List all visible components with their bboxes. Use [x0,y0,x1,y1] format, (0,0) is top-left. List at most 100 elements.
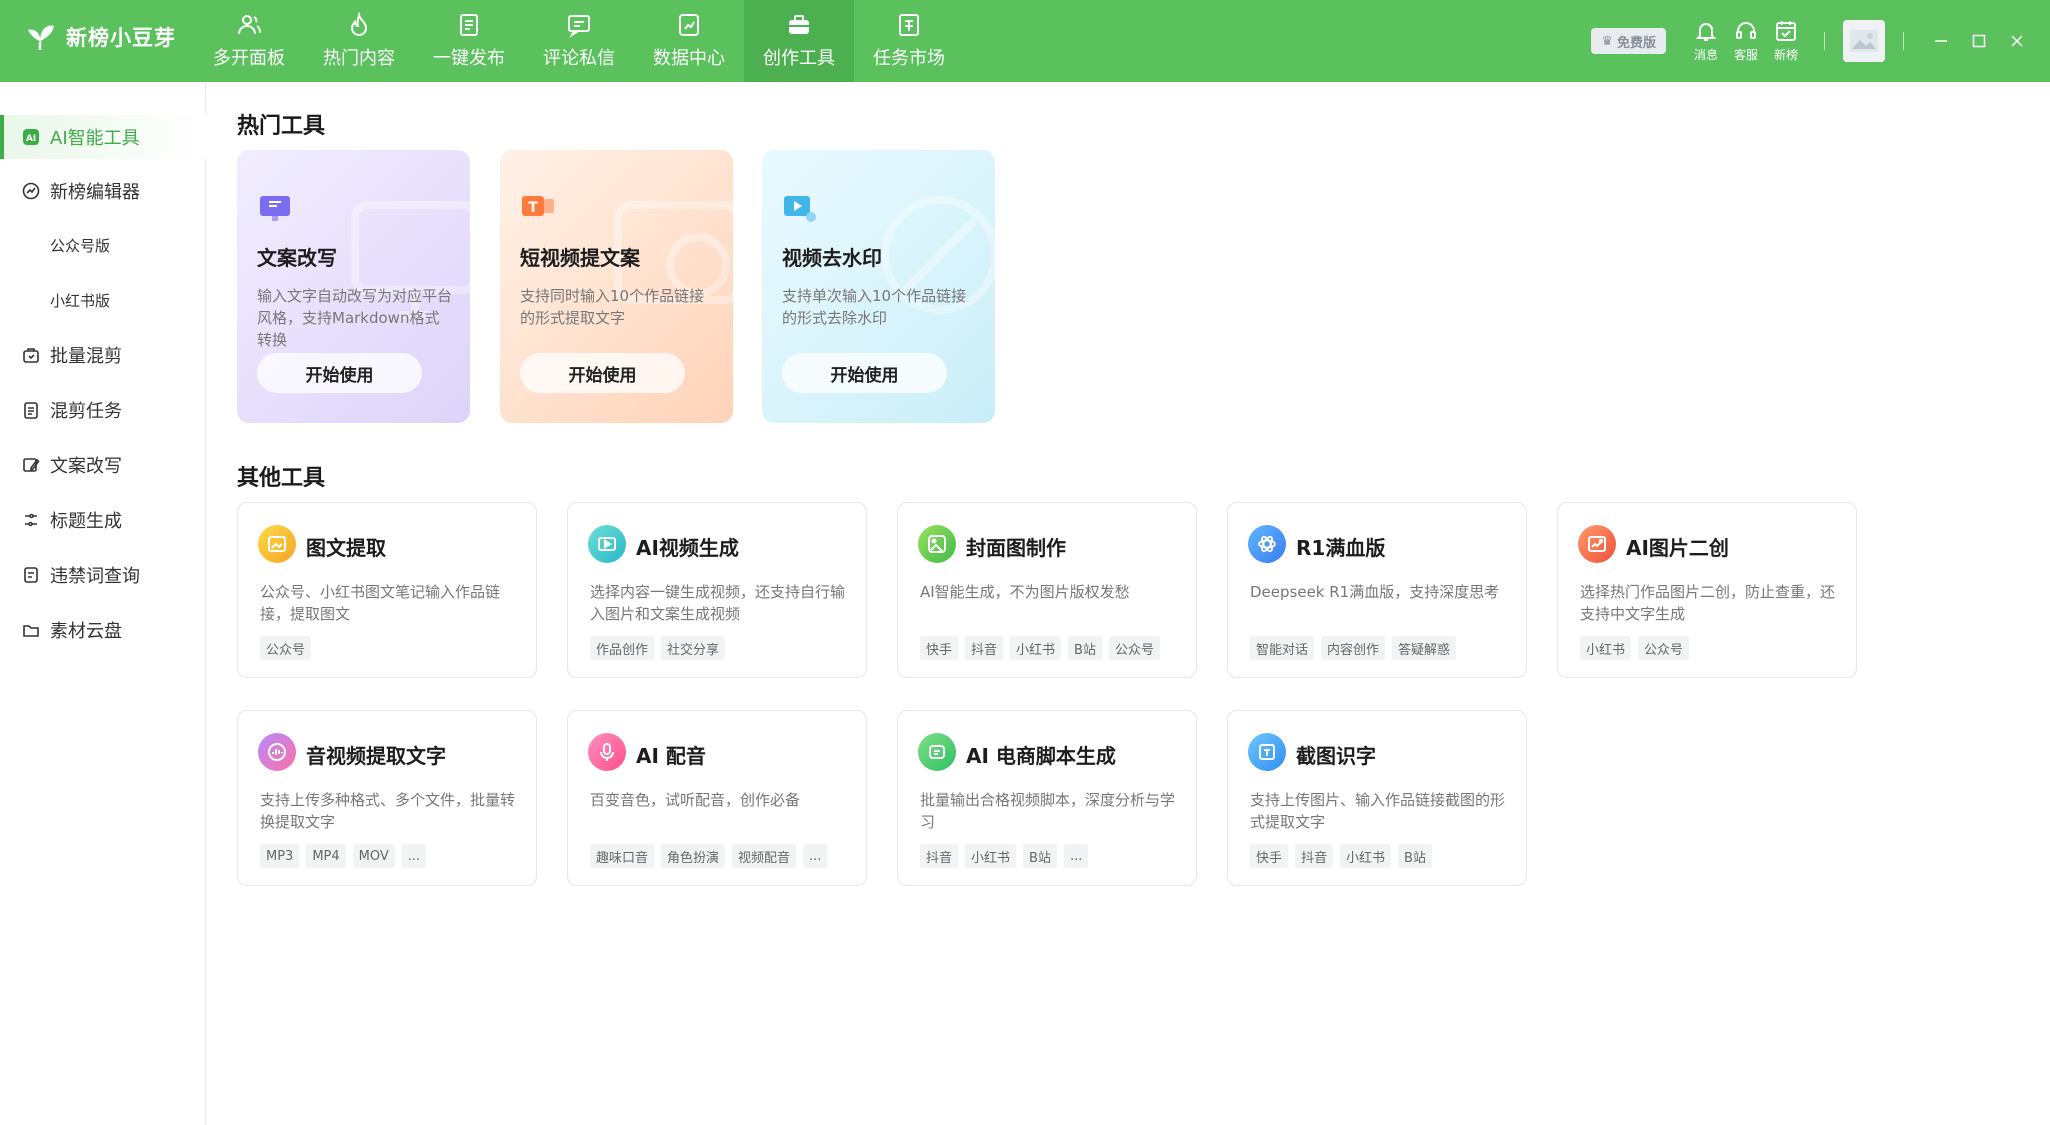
top-right-tools: ♛ 免费版 消息 客服 新榜 [1591,0,2050,82]
card-description: 输入文字自动改写为对应平台风格，支持Markdown格式转换 [257,287,453,349]
text-video-icon: T [522,196,554,216]
vip-badge[interactable]: ♛ 免费版 [1591,28,1666,54]
card-title: AI图片二创 [1626,536,1729,560]
nav-comments-messages[interactable]: 评论私信 [524,0,634,82]
tool-card-audio-video-to-text[interactable]: 音视频提取文字 支持上传多种格式、多个文件，批量转换提取文字 MP3 MP4 M… [237,710,537,886]
sidebar-item-batch-mix[interactable]: 批量混剪 [0,333,206,377]
card-description: 批量输出合格视频脚本，深度分析与学习 [920,791,1176,831]
card-title: 音视频提取文字 [306,744,446,768]
card-description: 选择热门作品图片二创，防止查重，还支持中文字生成 [1580,583,1836,623]
tag: B站 [1398,844,1432,868]
tag: 公众号 [260,636,312,660]
nav-hot-content[interactable]: 热门内容 [304,0,414,82]
hot-card-short-video-copy[interactable]: T 短视频提文案 支持同时输入10个作品链接的形式提取文字 开始使用 [500,150,733,423]
ocr-icon [1248,733,1286,771]
close-icon [2011,35,2023,47]
tag: 抖音 [1295,844,1334,868]
tag-list: MP3 MP4 MOV ... [260,844,427,868]
tag: 公众号 [1108,636,1160,660]
toolbox-icon [789,15,809,34]
editor-icon [22,182,40,200]
sidebar-item-cloud-disk[interactable]: 素材云盘 [0,608,206,652]
hot-tools-title: 热门工具 [237,114,326,139]
mix-icon [23,348,39,363]
tag: 趣味口音 [590,844,655,868]
tag-list: 小红书 公众号 [1580,636,1690,660]
sidebar-item-ai-tools[interactable]: AI AI智能工具 [0,115,206,159]
sidebar-item-wechat-version[interactable]: 公众号版 [0,223,206,267]
close-button[interactable] [1998,26,2036,56]
tag: 视频配音 [732,844,797,868]
card-title: 封面图制作 [966,536,1066,560]
tag: MP3 [260,844,300,868]
card-title: AI 电商脚本生成 [966,744,1116,768]
tool-card-ai-dubbing[interactable]: AI 配音 百变音色，试听配音，创作必备 趣味口音 角色扮演 视频配音 ... [567,710,867,886]
start-button[interactable]: 开始使用 [520,353,685,393]
tag: 快手 [1250,844,1289,868]
tag-list: 快手 抖音 小红书 B站 [1250,844,1432,868]
tag-list: 快手 抖音 小红书 B站 公众号 [920,636,1160,660]
sidebar-item-copy-rewrite[interactable]: 文案改写 [0,443,206,487]
video-watermark-icon [784,196,816,222]
start-button[interactable]: 开始使用 [782,353,947,393]
task-icon [899,14,919,36]
user-avatar[interactable] [1843,20,1885,62]
maximize-button[interactable] [1960,26,1998,56]
cover-image-icon [918,525,956,563]
tool-card-ai-video[interactable]: AI视频生成 选择内容一键生成视频，还支持自行输入图片和文案生成视频 作品创作 … [567,502,867,678]
tag-list: 抖音 小红书 B站 ... [920,844,1089,868]
tag: ... [803,844,828,868]
bell-icon [1695,23,1717,41]
hot-card-remove-watermark[interactable]: 视频去水印 支持单次输入10个作品链接的形式去除水印 开始使用 [762,150,995,423]
forbidden-icon [24,567,38,583]
nav-data-center[interactable]: 数据中心 [634,0,744,82]
card-description: 支持上传多种格式、多个文件，批量转换提取文字 [260,791,516,831]
sidebar-item-mix-tasks[interactable]: 混剪任务 [0,388,206,432]
svg-text:AI: AI [26,134,36,144]
title-icon [25,513,37,527]
card-description: 支持同时输入10个作品链接的形式提取文字 [520,287,705,327]
microphone-icon [588,733,626,771]
svg-text:T: T [528,200,538,216]
newrank-button[interactable]: 新榜 [1766,19,1806,63]
card-description: Deepseek R1满血版，支持深度思考 [1250,583,1500,601]
card-title: AI 配音 [636,744,706,768]
divider [1824,32,1825,50]
start-button[interactable]: 开始使用 [257,353,422,393]
tag-list: 趣味口音 角色扮演 视频配音 ... [590,844,828,868]
crown-icon: ♛ [1601,33,1613,49]
card-title: 截图识字 [1296,744,1376,768]
audio-wave-icon [258,733,296,771]
minimize-button[interactable] [1922,26,1960,56]
card-description: 支持上传图片、输入作品链接截图的形式提取文字 [1250,791,1506,831]
comment-icon [568,15,590,38]
sidebar-item-title-generation[interactable]: 标题生成 [0,498,206,542]
tool-card-r1-full[interactable]: R1满血版 Deepseek R1满血版，支持深度思考 智能对话 内容创作 答疑… [1227,502,1527,678]
nav-creation-tools[interactable]: 创作工具 [744,0,854,82]
atom-icon [1248,525,1286,563]
card-description: 公众号、小红书图文笔记输入作品链接，提取图文 [260,583,501,623]
sidebar-item-editor[interactable]: 新榜编辑器 [0,169,206,213]
tool-card-ai-image-remix[interactable]: AI图片二创 选择热门作品图片二创，防止查重，还支持中文字生成 小红书 公众号 [1557,502,1857,678]
tool-card-screenshot-ocr[interactable]: 截图识字 支持上传图片、输入作品链接截图的形式提取文字 快手 抖音 小红书 B站 [1227,710,1527,886]
sidebar: AI AI智能工具 新榜编辑器 公众号版 小红书版 批量混剪 混剪任务 文案改写… [0,82,206,1125]
sidebar-item-forbidden-words[interactable]: 违禁词查询 [0,553,206,597]
tool-card-ecommerce-script[interactable]: AI 电商脚本生成 批量输出合格视频脚本，深度分析与学习 抖音 小红书 B站 .… [897,710,1197,886]
tool-card-image-text-extract[interactable]: 图文提取 公众号、小红书图文笔记输入作品链接，提取图文 公众号 [237,502,537,678]
rewrite-monitor-icon [260,196,290,221]
data-icon [679,14,699,36]
app-name: 新榜小豆芽 [66,26,176,50]
tool-card-cover-maker[interactable]: 封面图制作 AI智能生成，不为图片版权发愁 快手 抖音 小红书 B站 公众号 [897,502,1197,678]
tag: ... [401,844,427,868]
nav-one-click-publish[interactable]: 一键发布 [414,0,524,82]
service-button[interactable]: 客服 [1726,19,1766,63]
tag: 公众号 [1638,636,1690,660]
card-description: 支持单次输入10个作品链接的形式去除水印 [782,287,967,327]
nav-task-market[interactable]: 任务市场 [854,0,964,82]
headset-icon [1736,22,1756,39]
sidebar-item-xiaohongshu-version[interactable]: 小红书版 [0,278,206,322]
messages-button[interactable]: 消息 [1686,19,1726,63]
hot-card-copy-rewrite[interactable]: 文案改写 输入文字自动改写为对应平台风格，支持Markdown格式转换 开始使用 [237,150,470,423]
image-placeholder-icon [1850,30,1878,52]
nav-multi-panel[interactable]: 多开面板 [194,0,304,82]
